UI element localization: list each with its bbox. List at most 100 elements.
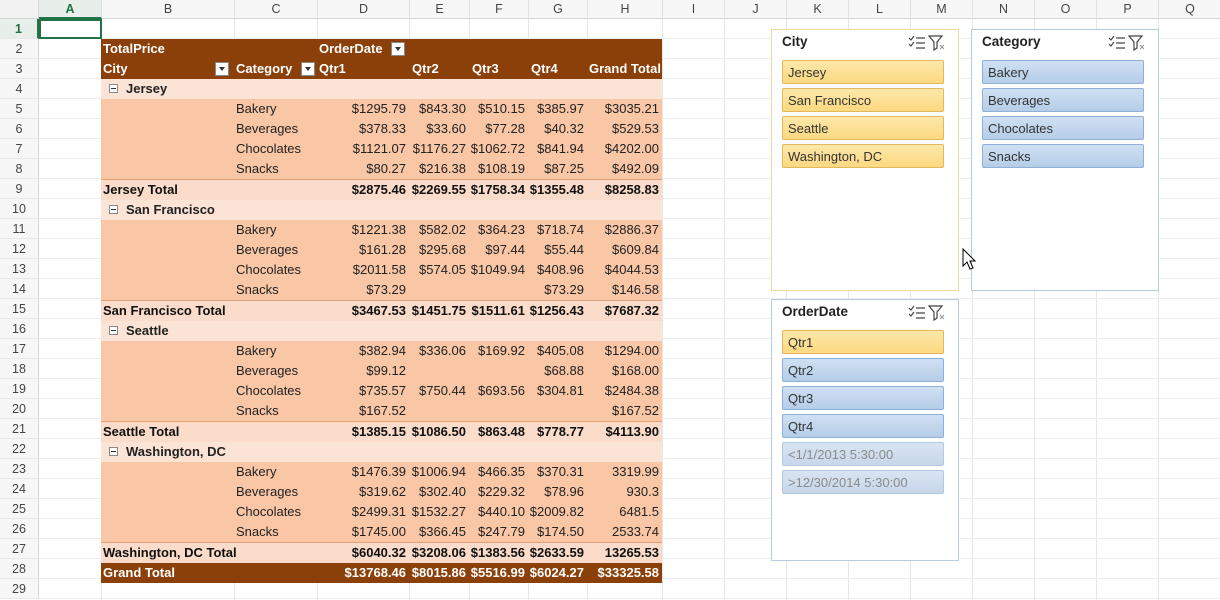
- collapse-icon[interactable]: [109, 84, 118, 94]
- city-slicer-item[interactable]: Seattle: [782, 116, 944, 140]
- row-header-26[interactable]: 26: [0, 519, 39, 539]
- orderdate-slicer-item[interactable]: >12/30/2014 5:30:00: [782, 470, 944, 494]
- orderdate-slicer-item[interactable]: Qtr1: [782, 330, 944, 354]
- spreadsheet[interactable]: ABCDEFGHIJKLMNOPQ 1 2 3 4 5 6 7 8 9 10 11 12 13 14 15 1…: [0, 0, 1220, 600]
- column-header-n[interactable]: N: [973, 0, 1035, 19]
- clear-filter-icon[interactable]: [1127, 35, 1146, 54]
- row-header-25[interactable]: 25: [0, 499, 39, 519]
- pivot-column-field[interactable]: OrderDate: [317, 39, 457, 59]
- row-header-23[interactable]: 23: [0, 459, 39, 479]
- city-header[interactable]: City: [101, 59, 232, 79]
- city-total-label: Jersey Total: [103, 182, 178, 197]
- qtr3-value: $169.92: [478, 343, 525, 358]
- city-filter-dropdown-icon[interactable]: [215, 62, 229, 76]
- orderdate-filter-dropdown-icon[interactable]: [390, 41, 405, 56]
- column-header-o[interactable]: O: [1035, 0, 1097, 19]
- row-header-5[interactable]: 5: [0, 99, 39, 119]
- category-slicer-item[interactable]: Bakery: [982, 60, 1144, 84]
- column-header-c[interactable]: C: [235, 0, 318, 19]
- category-cell: Beverages: [236, 363, 299, 378]
- column-header-b[interactable]: B: [102, 0, 235, 19]
- row-header-22[interactable]: 22: [0, 439, 39, 459]
- qtr3-value: $440.10: [478, 504, 525, 519]
- category-slicer-title: Category: [982, 34, 1041, 49]
- multi-select-icon[interactable]: [908, 305, 926, 324]
- city-slicer-item[interactable]: Jersey: [782, 60, 944, 84]
- column-header-p[interactable]: P: [1097, 0, 1159, 19]
- city-slicer-item[interactable]: Washington, DC: [782, 144, 944, 168]
- row-header-20[interactable]: 20: [0, 399, 39, 419]
- column-header-h[interactable]: H: [588, 0, 663, 19]
- category-filter-dropdown-icon[interactable]: [301, 62, 315, 76]
- row-header-11[interactable]: 11: [0, 219, 39, 239]
- category-slicer-item[interactable]: Chocolates: [982, 116, 1144, 140]
- column-header-d[interactable]: D: [318, 0, 410, 19]
- qtr4-value: $408.96: [537, 262, 584, 277]
- row-header-15[interactable]: 15: [0, 299, 39, 319]
- category-slicer[interactable]: Category Bakery Beverages Chocolates Snacks: [971, 29, 1159, 291]
- row-header-4[interactable]: 4: [0, 79, 39, 99]
- row-header-6[interactable]: 6: [0, 119, 39, 139]
- category-slicer-item[interactable]: Beverages: [982, 88, 1144, 112]
- multi-select-icon[interactable]: [908, 35, 926, 54]
- clear-filter-icon[interactable]: [927, 305, 946, 324]
- mouse-pointer-icon: [962, 247, 977, 273]
- pivot-table[interactable]: TotalPrice OrderDate City Category Qtr1 …: [101, 39, 662, 583]
- collapse-icon[interactable]: [109, 447, 118, 457]
- orderdate-slicer-item[interactable]: <1/1/2013 5:30:00: [782, 442, 944, 466]
- collapse-icon[interactable]: [109, 326, 118, 336]
- active-cell-a1[interactable]: [39, 19, 102, 39]
- row-header-18[interactable]: 18: [0, 359, 39, 379]
- column-header-i[interactable]: I: [663, 0, 725, 19]
- row-header-9[interactable]: 9: [0, 179, 39, 199]
- column-header-m[interactable]: M: [911, 0, 973, 19]
- row-header-2[interactable]: 2: [0, 39, 39, 59]
- select-all-corner[interactable]: [0, 0, 39, 19]
- row-header-29[interactable]: 29: [0, 579, 39, 599]
- column-header-f[interactable]: F: [470, 0, 529, 19]
- column-header-g[interactable]: G: [529, 0, 588, 19]
- column-header-k[interactable]: K: [787, 0, 849, 19]
- column-header-j[interactable]: J: [725, 0, 787, 19]
- row-header-24[interactable]: 24: [0, 479, 39, 499]
- column-header-q[interactable]: Q: [1159, 0, 1220, 19]
- city-group-label[interactable]: San Francisco: [101, 200, 351, 220]
- row-header-3[interactable]: 3: [0, 59, 39, 79]
- multi-select-icon[interactable]: [1108, 35, 1126, 54]
- row-header-10[interactable]: 10: [0, 199, 39, 219]
- city-group-label[interactable]: Seattle: [101, 321, 351, 341]
- row-header-1[interactable]: 1: [0, 19, 39, 39]
- city-slicer-item[interactable]: San Francisco: [782, 88, 944, 112]
- row-total-value: $492.09: [612, 161, 659, 176]
- row-header-27[interactable]: 27: [0, 539, 39, 559]
- city-slicer[interactable]: City Jersey San Francisco Seattle Washingto…: [771, 29, 959, 291]
- category-slicer-item[interactable]: Snacks: [982, 144, 1144, 168]
- pivot-column-header-row: City Category Qtr1 Qtr2 Qtr3 Qtr4 Grand …: [101, 59, 662, 79]
- row-header-21[interactable]: 21: [0, 419, 39, 439]
- column-header-l[interactable]: L: [849, 0, 911, 19]
- qtr1-value: $167.52: [359, 403, 406, 418]
- pivot-body: Jersey Bakery $1295.79 $843.30 $510.15 $385.9…: [101, 79, 662, 563]
- row-header-16[interactable]: 16: [0, 319, 39, 339]
- row-header-12[interactable]: 12: [0, 239, 39, 259]
- row-header-14[interactable]: 14: [0, 279, 39, 299]
- row-total-value: $168.00: [612, 363, 659, 378]
- row-header-17[interactable]: 17: [0, 339, 39, 359]
- orderdate-slicer-item[interactable]: Qtr4: [782, 414, 944, 438]
- clear-filter-icon[interactable]: [927, 35, 946, 54]
- orderdate-slicer-item[interactable]: Qtr3: [782, 386, 944, 410]
- city-group-label[interactable]: Jersey: [101, 79, 351, 99]
- row-header-7[interactable]: 7: [0, 139, 39, 159]
- column-header-e[interactable]: E: [410, 0, 470, 19]
- column-header-a[interactable]: A: [39, 0, 102, 19]
- row-header-19[interactable]: 19: [0, 379, 39, 399]
- city-group-label[interactable]: Washington, DC: [101, 442, 351, 462]
- row-header-8[interactable]: 8: [0, 159, 39, 179]
- row-header-13[interactable]: 13: [0, 259, 39, 279]
- row-header-28[interactable]: 28: [0, 559, 39, 579]
- collapse-icon[interactable]: [109, 205, 118, 215]
- orderdate-slicer-item[interactable]: Qtr2: [782, 358, 944, 382]
- orderdate-slicer[interactable]: OrderDate Qtr1 Qtr2 Qtr3 Qtr4 <1/1/2013 5:30…: [771, 299, 959, 561]
- row-total-value: $146.58: [612, 282, 659, 297]
- category-header[interactable]: Category: [234, 59, 317, 79]
